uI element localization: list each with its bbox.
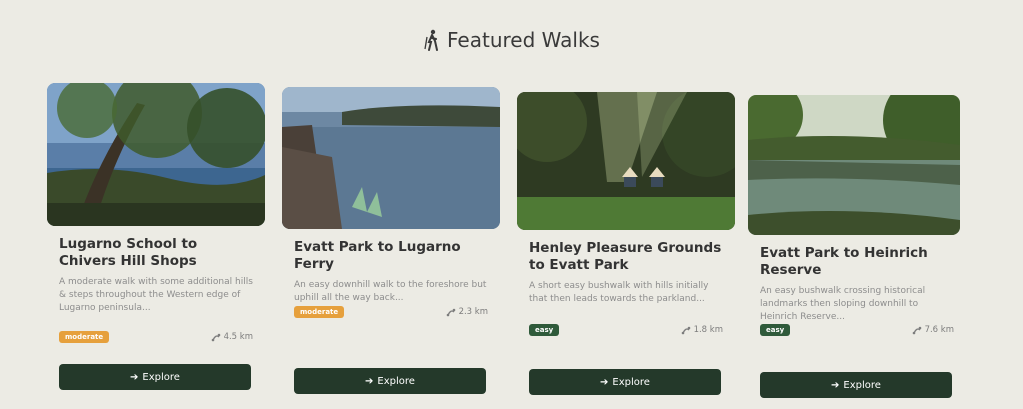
walk-meta: moderate 4.5 km [59, 331, 253, 343]
walk-card[interactable]: Evatt Park to Heinrich Reserve An easy b… [748, 95, 966, 398]
walk-meta: easy 7.6 km [760, 324, 954, 336]
walk-card[interactable]: Henley Pleasure Grounds to Evatt Park A … [517, 92, 735, 397]
arrow-right-icon: ➔ [365, 375, 374, 387]
walk-photo[interactable] [47, 83, 265, 226]
walk-distance: 2.3 km [446, 307, 488, 317]
section-header: Featured Walks [0, 28, 1023, 52]
difficulty-badge: easy [760, 324, 791, 336]
distance-value: 4.5 km [223, 332, 253, 342]
arrow-right-icon: ➔ [130, 371, 139, 383]
explore-label: Explore [377, 375, 415, 387]
difficulty-badge: moderate [59, 331, 110, 343]
walk-title[interactable]: Henley Pleasure Grounds to Evatt Park [529, 240, 723, 274]
route-icon [211, 333, 220, 342]
page-title: Featured Walks [447, 28, 600, 52]
explore-button[interactable]: ➔ Explore [294, 368, 486, 394]
featured-walks-page: Featured Walks Lugarno School to Chivers… [0, 0, 1023, 409]
walk-distance: 4.5 km [211, 332, 253, 342]
walk-photo[interactable] [748, 95, 960, 235]
hiker-icon [424, 29, 439, 51]
distance-value: 7.6 km [924, 325, 954, 335]
walk-photo[interactable] [282, 87, 500, 229]
walk-distance: 7.6 km [912, 325, 954, 335]
explore-button[interactable]: ➔ Explore [59, 364, 251, 390]
walk-title[interactable]: Lugarno School to Chivers Hill Shops [59, 236, 253, 270]
explore-button[interactable]: ➔ Explore [760, 372, 952, 398]
walk-card[interactable]: Lugarno School to Chivers Hill Shops A m… [47, 83, 265, 393]
walk-title[interactable]: Evatt Park to Lugarno Ferry [294, 239, 488, 273]
walk-photo[interactable] [517, 92, 735, 230]
arrow-right-icon: ➔ [600, 376, 609, 388]
walk-description: A short easy bushwalk with hills initial… [529, 281, 709, 304]
walk-meta: easy 1.8 km [529, 324, 723, 336]
walk-description: An easy bushwalk crossing historical lan… [760, 286, 926, 322]
explore-label: Explore [142, 371, 180, 383]
route-icon [681, 326, 690, 335]
difficulty-badge: moderate [294, 306, 345, 318]
explore-label: Explore [843, 379, 881, 391]
explore-button[interactable]: ➔ Explore [529, 369, 721, 395]
walk-title[interactable]: Evatt Park to Heinrich Reserve [760, 245, 956, 279]
distance-value: 1.8 km [693, 325, 723, 335]
route-icon [912, 326, 921, 335]
explore-label: Explore [612, 376, 650, 388]
arrow-right-icon: ➔ [831, 379, 840, 391]
distance-value: 2.3 km [458, 307, 488, 317]
walk-description: A moderate walk with some additional hil… [59, 277, 253, 313]
walk-distance: 1.8 km [681, 325, 723, 335]
route-icon [446, 308, 455, 317]
walk-meta: moderate 2.3 km [294, 306, 488, 318]
difficulty-badge: easy [529, 324, 560, 336]
walk-description: An easy downhill walk to the foreshore b… [294, 280, 487, 303]
walk-card[interactable]: Evatt Park to Lugarno Ferry An easy down… [282, 87, 500, 397]
